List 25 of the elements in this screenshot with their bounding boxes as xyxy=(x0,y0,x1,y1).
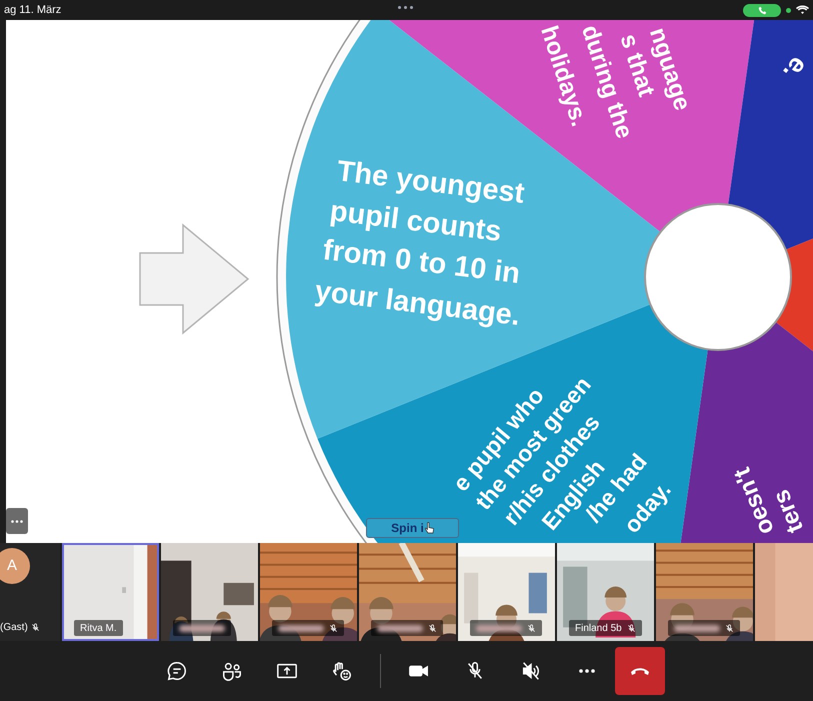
wheel-label: e. xyxy=(777,51,813,87)
date-text: ag 11. März xyxy=(4,2,62,18)
hang-up-icon xyxy=(630,666,650,676)
wifi-icon xyxy=(796,5,809,15)
more-icon xyxy=(579,669,595,673)
avatar: A xyxy=(0,548,30,584)
call-indicator[interactable] xyxy=(743,4,781,16)
wheel-label: nguage s that during the holidays. xyxy=(535,22,696,142)
hand-cursor-icon xyxy=(424,522,434,534)
chat-icon xyxy=(166,660,188,682)
participant-name: Ritva M. xyxy=(80,622,117,636)
hang-up-button[interactable] xyxy=(615,647,665,695)
more-button[interactable] xyxy=(6,508,28,534)
phone-icon xyxy=(758,6,766,14)
participant-name: Finland 5b xyxy=(575,622,622,636)
spin-button[interactable]: Spin i xyxy=(366,518,459,538)
participant-name: (Gast) xyxy=(0,621,28,635)
hand-smiley-icon xyxy=(331,660,353,682)
more-icon xyxy=(11,520,23,522)
multitask-dots-icon xyxy=(398,6,413,9)
wheel-label: oesn't ters xyxy=(728,464,810,539)
speaker-off-icon xyxy=(520,660,542,682)
arrow-icon xyxy=(139,223,250,335)
wheel-label: The youngest pupil counts from 0 to 10 in your language. xyxy=(313,155,526,332)
people-icon xyxy=(221,660,243,682)
